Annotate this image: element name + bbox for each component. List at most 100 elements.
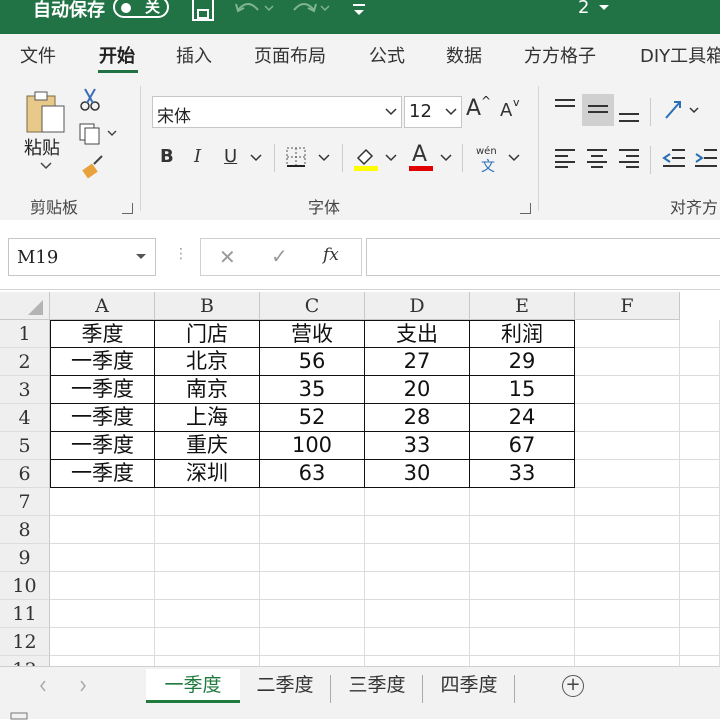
table-cell[interactable]: 南京	[155, 376, 260, 404]
grid-cell[interactable]	[470, 600, 575, 628]
tab-insert[interactable]: 插入	[176, 42, 212, 68]
grid-cell[interactable]	[365, 544, 470, 572]
table-cell[interactable]: 一季度	[50, 348, 155, 376]
grid-cell[interactable]	[50, 544, 155, 572]
redo-icon[interactable]	[288, 0, 332, 20]
grid-cell[interactable]	[365, 572, 470, 600]
orientation-icon[interactable]	[662, 98, 702, 122]
save-icon[interactable]	[190, 0, 216, 22]
row-header-10[interactable]: 10	[0, 572, 50, 600]
grid-cell[interactable]	[260, 572, 365, 600]
row-header-7[interactable]: 7	[0, 488, 50, 516]
row-header-11[interactable]: 11	[0, 600, 50, 628]
grid-cell[interactable]	[575, 544, 680, 572]
grid-cell[interactable]	[155, 572, 260, 600]
grid-cell[interactable]	[680, 376, 720, 404]
row-header-12[interactable]: 12	[0, 628, 50, 656]
grid-cell[interactable]	[50, 572, 155, 600]
next-sheet-icon[interactable]	[78, 679, 88, 693]
grid-cell[interactable]	[260, 656, 365, 666]
grid-cell[interactable]	[50, 516, 155, 544]
grid-cell[interactable]	[155, 656, 260, 666]
grid-cell[interactable]	[680, 544, 720, 572]
grid-cell[interactable]	[155, 488, 260, 516]
tab-file[interactable]: 文件	[20, 42, 56, 68]
customize-qat-icon[interactable]	[350, 2, 368, 18]
table-cell[interactable]: 北京	[155, 348, 260, 376]
grid-cell[interactable]	[680, 460, 720, 488]
table-cell[interactable]: 20	[365, 376, 470, 404]
table-cell[interactable]: 15	[470, 376, 575, 404]
grid-cell[interactable]	[260, 516, 365, 544]
paste-dropdown-icon[interactable]	[40, 162, 52, 170]
column-header-D[interactable]: D	[365, 292, 470, 320]
grid-cell[interactable]	[575, 404, 680, 432]
grid-cell[interactable]	[50, 656, 155, 666]
table-cell[interactable]: 季度	[50, 320, 155, 348]
font-color-button[interactable]: A	[412, 142, 427, 167]
font-size-select[interactable]: 12	[404, 96, 462, 128]
formula-input[interactable]	[366, 238, 720, 276]
align-left-icon[interactable]	[554, 148, 576, 168]
column-header-A[interactable]: A	[50, 292, 155, 320]
autosave-toggle[interactable]: 关	[113, 0, 169, 18]
column-header-E[interactable]: E	[470, 292, 575, 320]
grid-cell[interactable]	[575, 432, 680, 460]
grid-cell[interactable]	[575, 600, 680, 628]
increase-indent-icon[interactable]	[694, 148, 718, 168]
sheet-tab-3[interactable]: 三季度	[332, 669, 422, 703]
grid-cell[interactable]	[470, 628, 575, 656]
table-cell[interactable]: 63	[260, 460, 365, 488]
grid-cell[interactable]	[260, 600, 365, 628]
grid-cell[interactable]	[470, 516, 575, 544]
table-cell[interactable]: 27	[365, 348, 470, 376]
grid-cell[interactable]	[680, 600, 720, 628]
tab-diy-tools[interactable]: DIY工具箱	[640, 42, 720, 68]
select-all-button[interactable]	[0, 292, 50, 320]
grid-cell[interactable]	[470, 656, 575, 666]
grid-cell[interactable]	[155, 600, 260, 628]
grid-cell[interactable]	[575, 376, 680, 404]
table-cell[interactable]: 29	[470, 348, 575, 376]
table-cell[interactable]: 一季度	[50, 460, 155, 488]
fill-color-dropdown-icon[interactable]	[385, 154, 397, 162]
grid-cell[interactable]	[680, 572, 720, 600]
row-header-9[interactable]: 9	[0, 544, 50, 572]
paste-icon[interactable]	[24, 88, 68, 138]
grid-cell[interactable]	[365, 600, 470, 628]
table-cell[interactable]: 一季度	[50, 404, 155, 432]
table-cell[interactable]: 重庆	[155, 432, 260, 460]
cut-icon[interactable]	[80, 88, 100, 112]
row-header-4[interactable]: 4	[0, 404, 50, 432]
grid-cell[interactable]	[50, 488, 155, 516]
grid-cell[interactable]	[365, 488, 470, 516]
align-center-icon[interactable]	[586, 148, 608, 168]
grid-cell[interactable]	[50, 628, 155, 656]
sheet-tab-1[interactable]: 一季度	[146, 669, 240, 703]
grid-cell[interactable]	[575, 516, 680, 544]
grid-cell[interactable]	[680, 516, 720, 544]
chevron-down-icon[interactable]	[598, 4, 610, 12]
tab-home[interactable]: 开始	[99, 42, 135, 68]
table-cell[interactable]: 门店	[155, 320, 260, 348]
shrink-font-button[interactable]: A	[500, 100, 512, 121]
table-cell[interactable]: 30	[365, 460, 470, 488]
grid-cell[interactable]	[50, 600, 155, 628]
table-cell[interactable]: 100	[260, 432, 365, 460]
name-box[interactable]: M19	[8, 238, 156, 276]
worksheet-grid[interactable]: ABCDEF 12345678910111213 季度门店营收支出利润一季度北京…	[0, 292, 720, 666]
column-header-C[interactable]: C	[260, 292, 365, 320]
grid-cell[interactable]	[365, 656, 470, 666]
table-cell[interactable]: 营收	[260, 320, 365, 348]
row-header-5[interactable]: 5	[0, 432, 50, 460]
table-cell[interactable]: 深圳	[155, 460, 260, 488]
grid-cell[interactable]	[155, 628, 260, 656]
add-sheet-button[interactable]: +	[562, 675, 584, 697]
column-header-B[interactable]: B	[155, 292, 260, 320]
borders-dropdown-icon[interactable]	[318, 154, 330, 162]
align-bottom-icon[interactable]	[618, 106, 640, 124]
font-color-dropdown-icon[interactable]	[440, 154, 452, 162]
column-header-F[interactable]: F	[575, 292, 680, 320]
grid-cell[interactable]	[365, 628, 470, 656]
grid-cell[interactable]	[680, 348, 720, 376]
